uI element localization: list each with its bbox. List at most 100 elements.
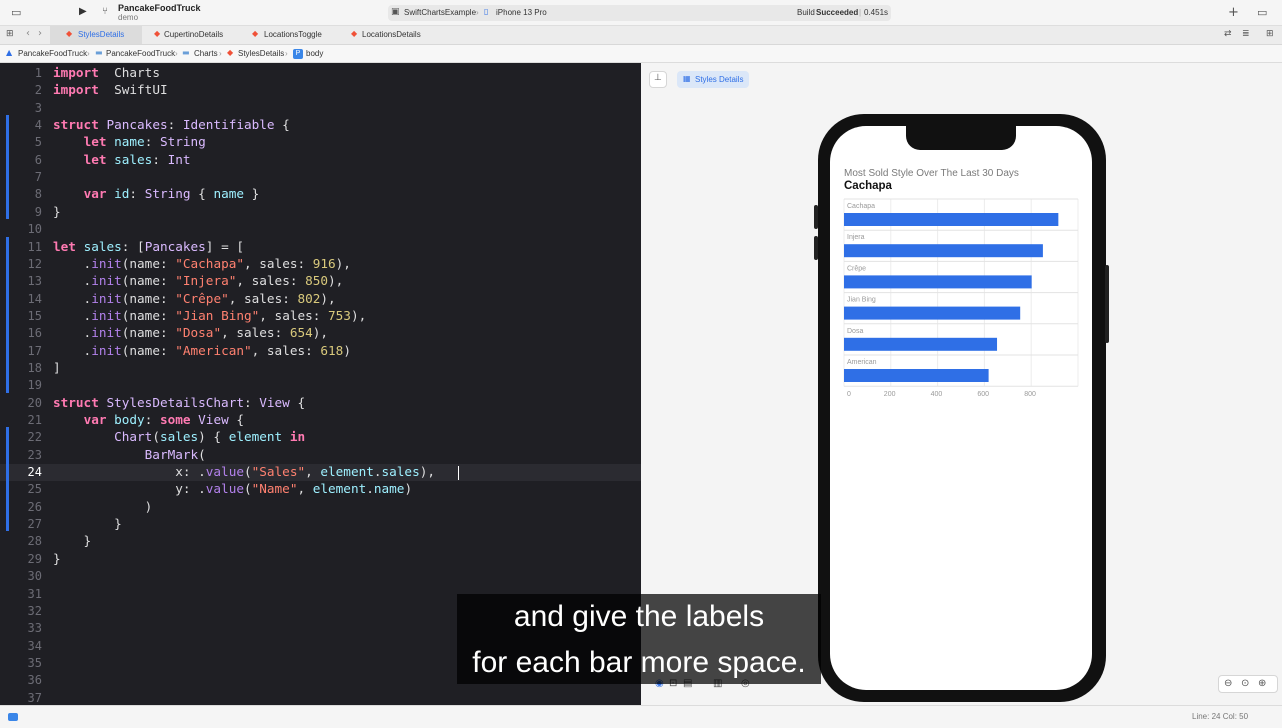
editor-options-icon[interactable]: ≣ xyxy=(1242,30,1250,39)
code-line[interactable]: .init(name: "Crêpe", sales: 802), xyxy=(53,291,336,306)
swift-file-icon: ◆ xyxy=(154,29,161,38)
code-token: let xyxy=(83,151,107,167)
code-line[interactable]: var body: some View { xyxy=(53,412,244,427)
zoom-out-icon[interactable]: ⊖ xyxy=(1224,679,1232,689)
preview-tab-label: Styles Details xyxy=(695,75,744,84)
tab-locationstoggle[interactable]: ◆ LocationsToggle xyxy=(242,26,342,44)
code-line[interactable]: .init(name: "Cachapa", sales: 916), xyxy=(53,256,351,271)
code-token: : xyxy=(243,394,260,410)
code-line[interactable]: ] xyxy=(53,360,61,375)
code-line[interactable]: BarMark( xyxy=(53,447,206,462)
code-token: . xyxy=(373,464,382,480)
add-icon[interactable]: + xyxy=(1228,6,1239,19)
destination-selector[interactable]: iPhone 13 Pro xyxy=(496,8,547,17)
build-status: Succeeded xyxy=(816,8,859,17)
breadcrumb-file[interactable]: StylesDetails xyxy=(238,49,284,58)
bar-jian-bing xyxy=(844,306,1021,320)
code-token: "Cachapa" xyxy=(175,255,244,271)
code-token: } xyxy=(53,550,61,566)
run-icon[interactable]: ▶ xyxy=(79,7,87,17)
bar-cr-pe xyxy=(844,275,1032,289)
code-line[interactable]: let sales: Int xyxy=(53,152,191,167)
code-token: ), xyxy=(419,464,435,480)
zoom-in-icon[interactable]: ⊕ xyxy=(1258,679,1266,689)
branch-icon: ⑂ xyxy=(102,6,108,17)
code-token: "Injera" xyxy=(175,273,237,289)
app-icon: ▣ xyxy=(391,7,400,17)
code-line[interactable]: .init(name: "Jian Bing", sales: 753), xyxy=(53,307,367,323)
code-token: "American" xyxy=(175,342,252,358)
code-token: ] = [ xyxy=(205,238,244,254)
debug-area-toggle-icon[interactable] xyxy=(8,713,18,721)
code-line[interactable]: .init(name: "Dosa", sales: 654), xyxy=(53,325,329,341)
code-line[interactable]: struct StylesDetailsChart: View { xyxy=(53,395,305,410)
code-token: } xyxy=(244,186,260,202)
sidebar-toggle-icon[interactable]: ▭ xyxy=(11,7,21,18)
code-line[interactable]: Chart(sales) { element in xyxy=(53,429,305,444)
line-number: 6 xyxy=(34,152,42,167)
line-number: 15 xyxy=(27,308,42,323)
code-token: StylesDetailsChart xyxy=(106,394,244,410)
build-divider: | xyxy=(859,8,862,17)
back-icon[interactable]: ‹ xyxy=(26,29,30,39)
code-line[interactable]: } xyxy=(53,551,61,566)
code-token: Chart xyxy=(114,429,153,445)
grid-icon[interactable]: ⊞ xyxy=(6,30,14,39)
line-number: 11 xyxy=(27,239,42,254)
breadcrumb: ▲ PancakeFoodTruck › ▬ PancakeFoodTruck … xyxy=(0,45,1282,63)
code-line[interactable]: .init(name: "Injera", sales: 850), xyxy=(53,273,344,289)
split-editor-icon[interactable]: ⊞ xyxy=(1266,30,1274,39)
refresh-icon[interactable]: ⇄ xyxy=(1224,30,1232,39)
breadcrumb-group[interactable]: PancakeFoodTruck xyxy=(106,49,175,58)
code-token: ] xyxy=(53,359,61,375)
code-line[interactable]: struct Pancakes: Identifiable { xyxy=(53,117,290,132)
code-line[interactable]: } xyxy=(53,516,122,531)
pin-button[interactable]: ⊥ xyxy=(649,71,667,88)
code-token: init xyxy=(91,290,122,306)
separator-chevron-icon: › xyxy=(476,8,479,17)
tab-cupertinodetails[interactable]: ◆ CupertinoDetails xyxy=(142,26,242,44)
code-line[interactable]: import SwiftUI xyxy=(53,82,168,97)
code-token: . xyxy=(53,290,92,306)
breadcrumb-symbol[interactable]: body xyxy=(306,49,323,58)
forward-icon[interactable]: › xyxy=(38,29,42,39)
status-bar: Line: 24 Col: 50 xyxy=(0,705,1282,728)
code-token: . xyxy=(53,325,92,341)
code-token: sales xyxy=(114,151,153,167)
code-token: init xyxy=(91,307,122,323)
zoom-fit-icon[interactable]: ⊙ xyxy=(1241,679,1249,689)
code-token: String xyxy=(159,134,206,150)
code-line[interactable]: .init(name: "American", sales: 618) xyxy=(53,343,351,358)
code-token: { xyxy=(190,186,214,202)
code-token: ), xyxy=(335,255,351,271)
breadcrumb-charts[interactable]: Charts xyxy=(194,49,218,58)
line-number: 20 xyxy=(27,395,42,410)
code-token: var xyxy=(83,186,107,202)
preview-tab[interactable]: ▦ Styles Details xyxy=(677,71,749,88)
tab-label: LocationsToggle xyxy=(264,30,322,39)
line-number: 4 xyxy=(34,118,42,133)
chart-title: Cachapa xyxy=(844,180,893,192)
breadcrumb-project[interactable]: PancakeFoodTruck xyxy=(18,49,87,58)
code-line[interactable]: } xyxy=(53,533,92,548)
inspector-toggle-icon[interactable]: ▭ xyxy=(1257,7,1267,18)
volume-down-button xyxy=(814,236,818,260)
volume-up-button xyxy=(814,205,818,229)
bar-cachapa xyxy=(844,213,1059,226)
code-line[interactable]: } xyxy=(53,204,61,219)
code-line[interactable]: var id: String { name } xyxy=(53,186,260,202)
code-line[interactable]: x: .value("Sales", element.sales), xyxy=(53,464,435,479)
scheme-selector[interactable]: SwiftChartsExample xyxy=(404,8,476,17)
code-token: ) xyxy=(53,498,153,514)
tab-stylesdetails[interactable]: ◆ StylesDetails xyxy=(50,26,142,44)
tab-locationsdetails[interactable]: ◆ LocationsDetails xyxy=(342,26,442,44)
line-number: 2 xyxy=(34,83,42,98)
code-line[interactable]: let name: String xyxy=(53,134,206,149)
code-line[interactable]: y: .value("Name", element.name) xyxy=(53,481,412,496)
code-line[interactable]: ) xyxy=(53,498,153,514)
code-line[interactable]: import Charts xyxy=(53,65,160,80)
line-number: 1 xyxy=(34,66,42,80)
code-line[interactable]: let sales: [Pancakes] = [ xyxy=(53,239,244,254)
